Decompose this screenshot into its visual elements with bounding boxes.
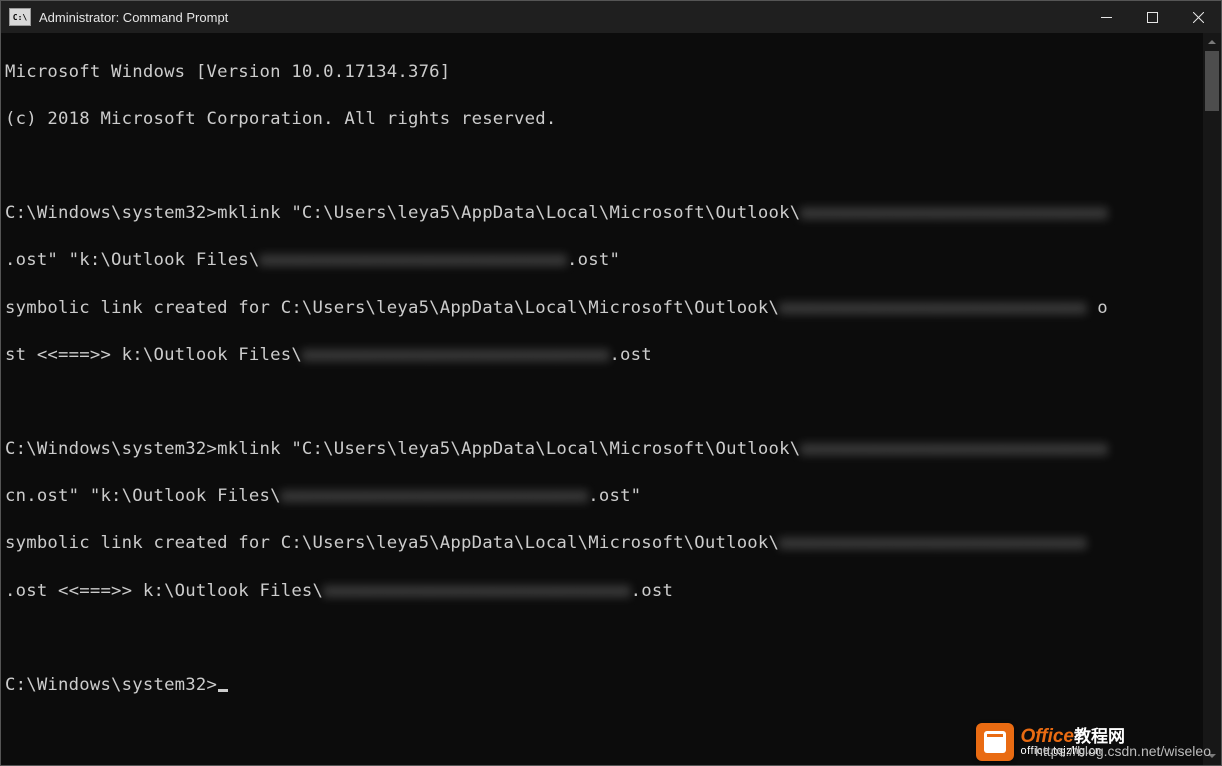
maximize-button[interactable] <box>1129 1 1175 33</box>
cmd2-part-c: .ost" <box>588 486 641 506</box>
cmd-window: C:\ Administrator: Command Prompt Micros… <box>0 0 1222 766</box>
prompt-2: C:\Windows\system32> <box>5 439 217 459</box>
scroll-up-button[interactable] <box>1203 33 1221 51</box>
res2-redacted-1: xxxxxxxxxxxxxxxxxxxxxxxxxxxxx <box>779 532 1087 556</box>
minimize-button[interactable] <box>1083 1 1129 33</box>
cmd1-part-b: .ost" "k:\Outlook Files\ <box>5 250 260 270</box>
chevron-up-icon <box>1208 38 1216 46</box>
res2-redacted-2: xxxxxxxxxxxxxxxxxxxxxxxxxxxxx <box>323 580 631 604</box>
header-line-1: Microsoft Windows [Version 10.0.17134.37… <box>5 62 450 82</box>
cmd1-redacted-1: xxxxxxxxxxxxxxxxxxxxxxxxxxxxx <box>800 202 1108 226</box>
cmd2-redacted-2: xxxxxxxxxxxxxxxxxxxxxxxxxxxxx <box>281 485 589 509</box>
res1-part-b: o <box>1087 298 1108 318</box>
res1-part-a: symbolic link created for C:\Users\leya5… <box>5 298 779 318</box>
cmd1-part-c: .ost" <box>567 250 620 270</box>
res1-redacted-2: xxxxxxxxxxxxxxxxxxxxxxxxxxxxx <box>302 344 610 368</box>
res1-redacted-1: xxxxxxxxxxxxxxxxxxxxxxxxxxxxx <box>779 297 1087 321</box>
header-line-2: (c) 2018 Microsoft Corporation. All righ… <box>5 109 556 129</box>
prompt-3: C:\Windows\system32> <box>5 675 217 695</box>
res2-part-d: .ost <box>631 581 673 601</box>
minimize-icon <box>1101 12 1112 23</box>
window-title: Administrator: Command Prompt <box>39 10 228 25</box>
res2-part-c: .ost <<===>> k:\Outlook Files\ <box>5 581 323 601</box>
app-icon: C:\ <box>9 8 31 26</box>
res1-part-c: st <<===>> k:\Outlook Files\ <box>5 345 302 365</box>
footer-url: https://blog.csdn.net/wiseleo <box>1035 743 1211 759</box>
cmd2-part-b: cn.ost" "k:\Outlook Files\ <box>5 486 281 506</box>
vertical-scrollbar[interactable] <box>1203 33 1221 765</box>
res2-part-a: symbolic link created for C:\Users\leya5… <box>5 533 779 553</box>
titlebar[interactable]: C:\ Administrator: Command Prompt <box>1 1 1221 33</box>
close-button[interactable] <box>1175 1 1221 33</box>
scroll-thumb[interactable] <box>1205 51 1219 111</box>
prompt-1: C:\Windows\system32> <box>5 203 217 223</box>
cmd1-redacted-2: xxxxxxxxxxxxxxxxxxxxxxxxxxxxx <box>260 249 568 273</box>
cmd2-part-a: mklink "C:\Users\leya5\AppData\Local\Mic… <box>217 439 800 459</box>
cmd1-part-a: mklink "C:\Users\leya5\AppData\Local\Mic… <box>217 203 800 223</box>
terminal-output[interactable]: Microsoft Windows [Version 10.0.17134.37… <box>1 33 1203 765</box>
client-area: Microsoft Windows [Version 10.0.17134.37… <box>1 33 1221 765</box>
app-icon-label: C:\ <box>13 13 27 22</box>
cursor <box>218 689 228 692</box>
footer-url-text: https://blog.csdn.net/wiseleo <box>1035 743 1211 759</box>
maximize-icon <box>1147 12 1158 23</box>
cmd2-redacted-1: xxxxxxxxxxxxxxxxxxxxxxxxxxxxx <box>800 438 1108 462</box>
close-icon <box>1193 12 1204 23</box>
res1-part-d: .ost <box>609 345 651 365</box>
watermark-badge <box>976 723 1014 761</box>
